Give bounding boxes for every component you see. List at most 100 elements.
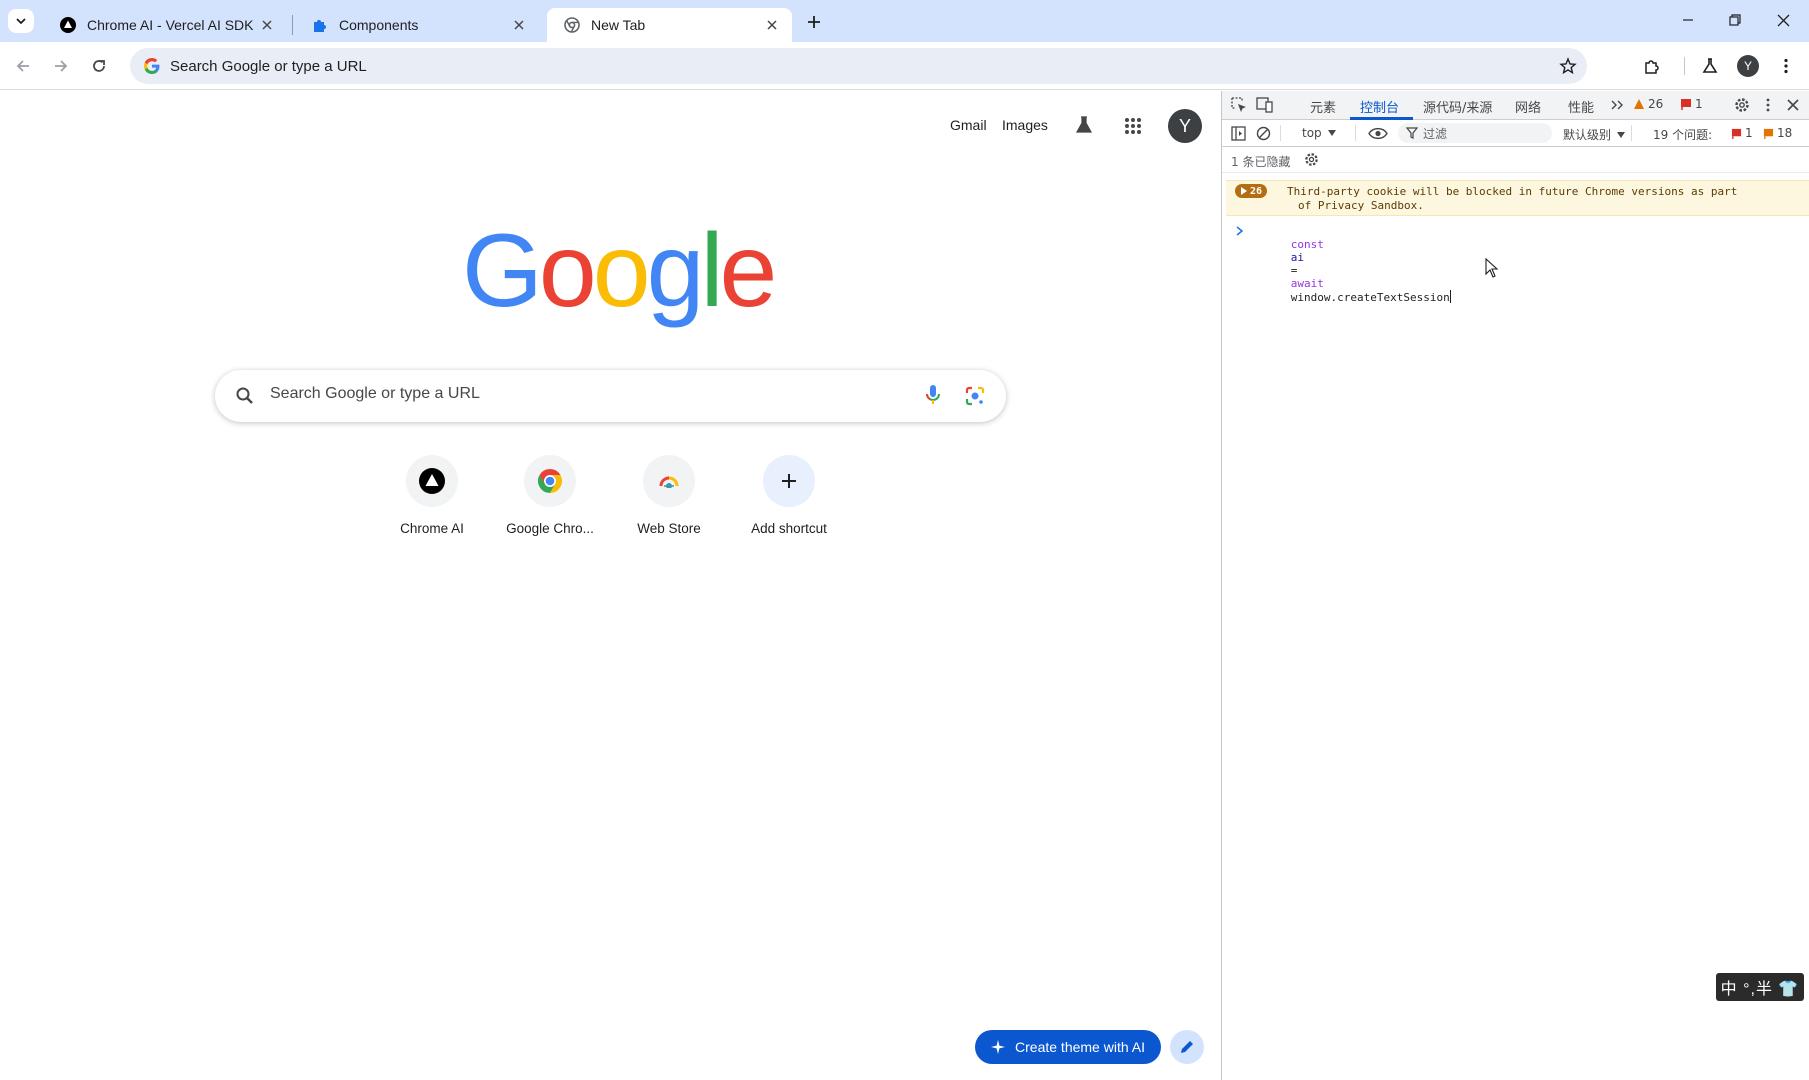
create-theme-label: Create theme with AI (1015, 1039, 1145, 1055)
tab-title: Chrome AI - Vercel AI SDK (87, 17, 254, 33)
toolbar-divider (1631, 125, 1632, 141)
console-input-text[interactable]: const ai = await window.createTextSessio… (1251, 225, 1451, 317)
tab-new-tab[interactable]: New Tab (547, 8, 792, 42)
arrow-left-icon (16, 60, 29, 72)
live-expression-eye-icon[interactable] (1368, 127, 1388, 140)
clear-console-icon[interactable] (1256, 126, 1271, 141)
new-tab-button[interactable] (800, 9, 828, 35)
more-tabs-icon[interactable] (1610, 99, 1624, 111)
create-theme-button[interactable]: Create theme with AI (975, 1030, 1161, 1064)
devtools-panel: 元素 控制台 源代码/来源 网络 性能 26 1 top 过滤 默认级别 19 … (1221, 91, 1809, 1080)
log-level-selector[interactable]: 默认级别 (1563, 126, 1626, 143)
warning-count[interactable]: 26 (1633, 97, 1663, 111)
dropdown-arrow-icon (1327, 130, 1336, 136)
shortcut-web-store[interactable]: Web Store (613, 455, 725, 536)
chrome-menu-button[interactable] (1770, 50, 1802, 82)
sidebar-toggle-icon[interactable] (1231, 126, 1246, 141)
minimize-button[interactable] (1665, 0, 1711, 40)
tab-chrome-ai[interactable]: Chrome AI - Vercel AI SDK (43, 8, 287, 42)
close-devtools-icon[interactable] (1786, 98, 1800, 112)
variable-token: ai (1290, 251, 1304, 264)
shortcut-tile (763, 455, 815, 507)
shortcut-add[interactable]: Add shortcut (733, 455, 845, 536)
issues-error-count[interactable]: 1 (1731, 126, 1753, 140)
shortcut-label: Web Store (637, 521, 701, 536)
labs-flask-icon[interactable] (1074, 115, 1094, 135)
console-settings-gear-icon[interactable] (1304, 152, 1319, 167)
dropdown-arrow-icon (1617, 131, 1626, 138)
issues-warning-count[interactable]: 18 (1763, 126, 1792, 140)
tab-separator (292, 15, 293, 35)
error-flag-icon (1681, 99, 1691, 110)
devtools-tab-performance[interactable]: 性能 (1568, 97, 1594, 116)
gmail-link[interactable]: Gmail (950, 117, 987, 133)
repeat-count: 26 (1250, 185, 1263, 197)
ime-status-indicator[interactable]: 中 °,半 👕 (1716, 973, 1804, 1001)
back-button[interactable] (7, 50, 39, 82)
issues-label: 19 个问题: (1653, 128, 1713, 142)
forward-button[interactable] (45, 50, 77, 82)
extensions-button[interactable] (1636, 50, 1668, 82)
more-vertical-icon[interactable] (1763, 97, 1773, 113)
hidden-messages-bar: 1 条已隐藏 (1222, 147, 1809, 173)
inspect-element-icon[interactable] (1231, 97, 1247, 113)
images-link[interactable]: Images (1002, 117, 1048, 133)
repeat-count-badge[interactable]: 26 (1235, 184, 1268, 198)
logo-letter: G (462, 213, 543, 329)
devtools-tab-sources[interactable]: 源代码/来源 (1423, 97, 1492, 116)
profile-button[interactable]: Y (1732, 50, 1764, 82)
close-icon[interactable] (259, 17, 275, 33)
address-bar-placeholder: Search Google or type a URL (170, 57, 367, 75)
error-count[interactable]: 1 (1680, 97, 1703, 111)
plus-icon (782, 474, 796, 488)
shortcut-tile (524, 455, 576, 507)
devtools-tab-elements[interactable]: 元素 (1310, 97, 1336, 116)
bookmark-star-icon[interactable] (1559, 57, 1577, 75)
console-prompt[interactable]: const ai = await window.createTextSessio… (1222, 222, 1809, 304)
operator-token: = (1290, 264, 1298, 277)
browser-toolbar: Search Google or type a URL Y (0, 42, 1809, 90)
account-avatar[interactable]: Y (1168, 109, 1202, 143)
google-g-icon (138, 52, 166, 80)
tab-search-button[interactable] (8, 9, 34, 33)
error-flag-icon (1731, 128, 1742, 139)
reload-button[interactable] (83, 50, 115, 82)
close-window-button[interactable] (1760, 0, 1806, 40)
shortcut-chrome-ai[interactable]: Chrome AI (376, 455, 488, 536)
issues-error-count-label: 1 (1745, 126, 1753, 140)
logo-letter: l (700, 213, 723, 329)
filter-input[interactable]: 过滤 (1398, 123, 1552, 143)
shortcut-google-chrome[interactable]: Google Chro... (494, 455, 606, 536)
expand-triangle-icon (1241, 187, 1247, 195)
search-icon (235, 386, 255, 406)
logo-letter: g (646, 213, 705, 329)
customize-button[interactable] (1170, 1030, 1204, 1064)
address-bar[interactable]: Search Google or type a URL (130, 48, 1587, 84)
context-selector[interactable]: top (1302, 126, 1337, 140)
google-apps-icon[interactable] (1124, 117, 1142, 135)
search-box[interactable]: Search Google or type a URL (215, 370, 1006, 422)
keyword-token: await (1290, 277, 1324, 290)
text-caret (1449, 290, 1451, 303)
labs-button[interactable] (1694, 50, 1726, 82)
device-toolbar-icon[interactable] (1256, 97, 1274, 113)
shortcut-label: Add shortcut (751, 521, 827, 536)
search-input[interactable]: Search Google or type a URL (270, 385, 480, 403)
devtools-tab-network[interactable]: 网络 (1515, 97, 1541, 116)
restore-button[interactable] (1712, 0, 1758, 40)
close-icon[interactable] (511, 17, 527, 33)
chrome-icon (537, 469, 563, 493)
google-logo: Google (462, 219, 777, 323)
shortcut-tile (643, 455, 695, 507)
logo-letter: o (538, 213, 597, 329)
warning-text-line: of Privacy Sandbox. (1298, 199, 1424, 212)
warning-triangle-icon (1634, 99, 1644, 109)
console-warning-message[interactable]: 26 Third-party cookie will be blocked in… (1226, 180, 1809, 216)
google-lens-icon[interactable] (964, 385, 986, 407)
microphone-icon[interactable] (925, 384, 941, 406)
tab-strip: Chrome AI - Vercel AI SDK Components New… (0, 0, 1809, 42)
tab-components[interactable]: Components (295, 8, 539, 42)
devtools-tab-console[interactable]: 控制台 (1360, 97, 1399, 116)
close-icon[interactable] (764, 17, 780, 33)
settings-gear-icon[interactable] (1734, 97, 1750, 113)
